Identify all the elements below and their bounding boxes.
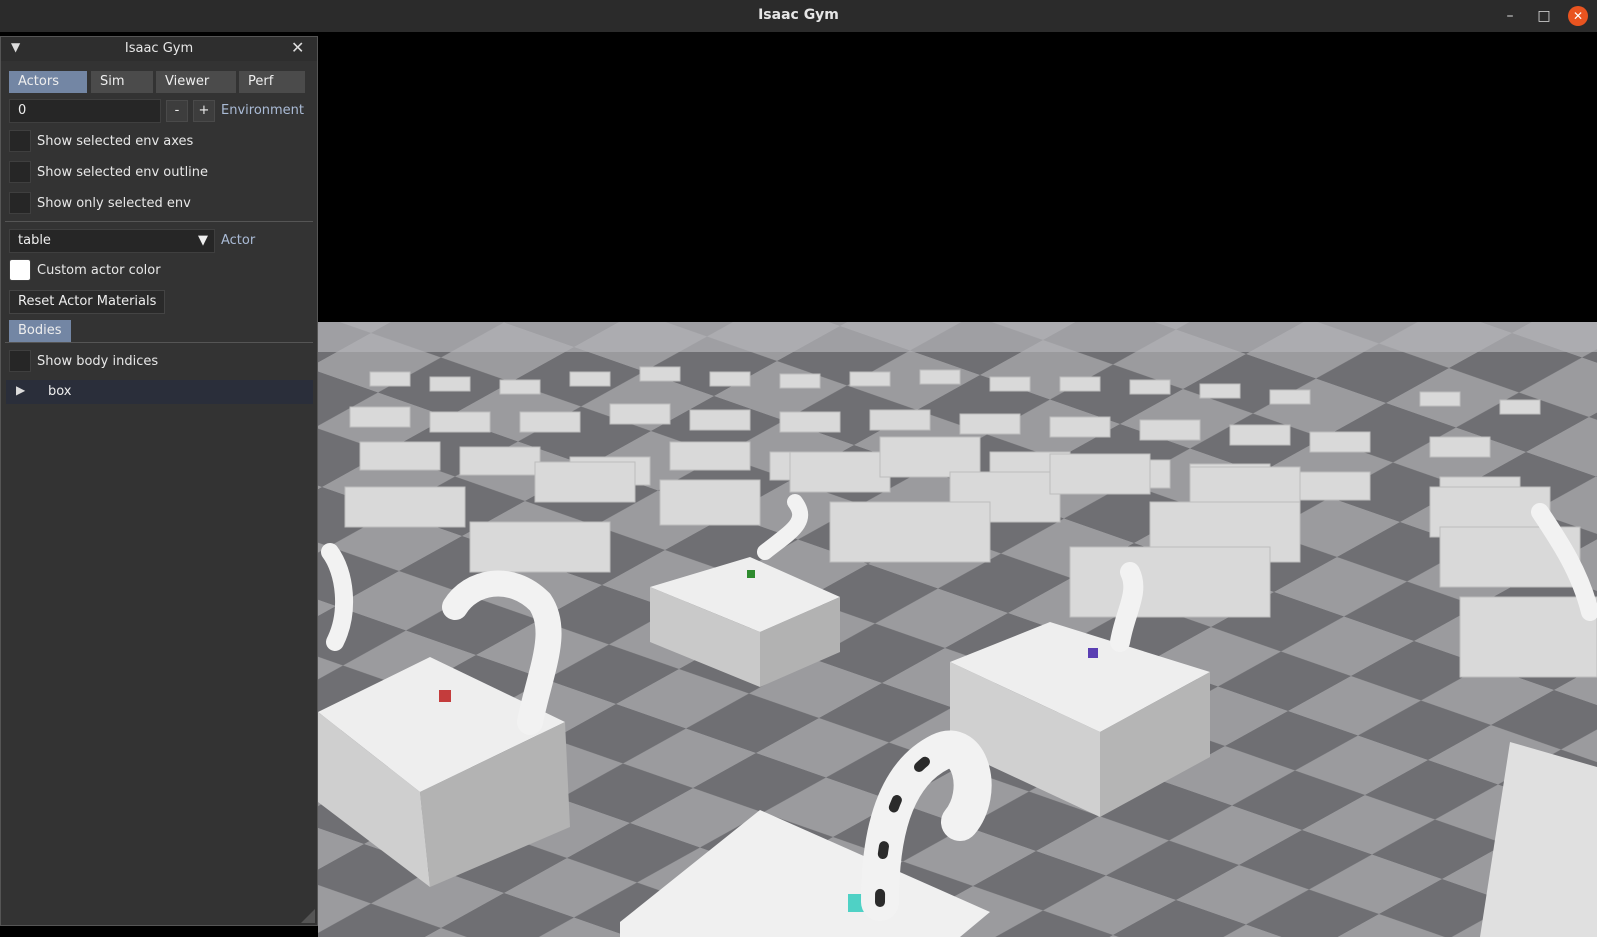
window-title: Isaac Gym [758, 7, 839, 23]
show-env-outline-checkbox[interactable] [9, 161, 31, 183]
maximize-button[interactable]: □ [1534, 6, 1554, 26]
environment-label: Environment [221, 103, 305, 118]
show-env-axes-checkbox[interactable] [9, 130, 31, 152]
custom-actor-color-label: Custom actor color [37, 263, 161, 278]
tab-sim[interactable]: Sim [91, 71, 153, 93]
divider [5, 221, 313, 222]
chevron-down-icon: ▼ [198, 233, 208, 248]
close-window-button[interactable]: ✕ [1568, 6, 1588, 26]
isaac-gym-panel: ▼ Isaac Gym ✕ Actors Sim Viewer Perf 0 -… [0, 36, 318, 926]
tab-bodies[interactable]: Bodies [9, 320, 71, 342]
env-increment-button[interactable]: + [193, 100, 215, 122]
actor-select[interactable]: table ▼ [9, 229, 215, 253]
show-env-axes-label: Show selected env axes [37, 134, 194, 149]
show-body-indices-checkbox[interactable] [9, 350, 31, 372]
actor-select-value: table [18, 233, 51, 248]
environment-index-input[interactable]: 0 [9, 99, 161, 123]
resize-grip-icon[interactable] [301, 909, 315, 923]
expand-triangle-icon[interactable]: ▶ [16, 383, 25, 397]
reset-actor-materials-button[interactable]: Reset Actor Materials [9, 290, 166, 314]
window-titlebar: Isaac Gym – □ ✕ [0, 0, 1597, 32]
tab-perf[interactable]: Perf [239, 71, 305, 93]
env-decrement-button[interactable]: - [166, 100, 188, 122]
panel-title: Isaac Gym [124, 41, 194, 56]
close-icon[interactable]: ✕ [291, 38, 304, 57]
show-body-indices-label: Show body indices [37, 354, 159, 369]
divider [5, 342, 313, 343]
tree-item-box[interactable]: ▶ box [6, 380, 313, 404]
custom-actor-color-swatch[interactable] [9, 259, 31, 281]
show-only-env-label: Show only selected env [37, 196, 191, 211]
panel-header: ▼ Isaac Gym ✕ [1, 37, 317, 61]
minimize-button[interactable]: – [1500, 6, 1520, 26]
show-only-env-checkbox[interactable] [9, 192, 31, 214]
actor-label: Actor [221, 233, 256, 248]
tab-actors[interactable]: Actors [9, 71, 87, 93]
tree-item-label: box [48, 384, 72, 399]
tab-viewer[interactable]: Viewer [156, 71, 236, 93]
show-env-outline-label: Show selected env outline [37, 165, 209, 180]
